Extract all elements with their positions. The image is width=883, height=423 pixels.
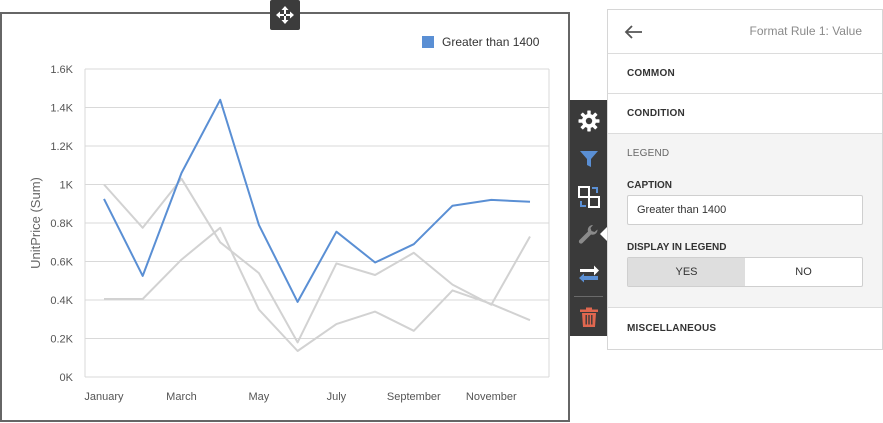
y-tick-label: 0.6K: [50, 257, 73, 269]
chart-card[interactable]: 0K 0.2K 0.4K 0.6K 0.8K 1K 1.2K 1.4K 1.6K January M…: [0, 12, 570, 422]
move-icon: [276, 6, 294, 24]
y-tick-label: 1.6K: [50, 64, 73, 76]
back-button[interactable]: [622, 22, 646, 42]
trash-icon: [579, 307, 598, 327]
section-legend-label[interactable]: LEGEND: [627, 148, 669, 159]
display-in-legend-label: DISPLAY IN LEGEND: [627, 242, 727, 253]
series-line: [104, 226, 531, 352]
y-tick-label: 0.2K: [50, 334, 73, 346]
panel-title: Format Rule 1: Value: [749, 24, 863, 38]
format-rule-panel: Format Rule 1: Value COMMON CONDITION LE…: [607, 9, 883, 350]
toolbar-separator: [574, 296, 603, 297]
filter-icon: [579, 151, 598, 167]
section-condition[interactable]: CONDITION: [608, 94, 882, 134]
toolbar-filter-button[interactable]: [570, 140, 607, 178]
series-line-greater-than-1400: [103, 98, 531, 303]
legend-swatch: [422, 36, 434, 48]
element-toolbar: [570, 100, 607, 336]
x-tick-label: November: [466, 391, 517, 403]
format-rules-icon: [577, 186, 600, 208]
y-tick-label: 1K: [60, 180, 74, 192]
x-tick-label: July: [327, 391, 347, 403]
x-tick-label: September: [387, 391, 441, 403]
section-condition-label: CONDITION: [627, 108, 685, 119]
y-tick-label: 0.4K: [50, 295, 73, 307]
x-tick-label: January: [84, 391, 124, 403]
x-tick-label: March: [166, 391, 197, 403]
section-miscellaneous[interactable]: MISCELLANEOUS: [608, 308, 882, 350]
move-handle[interactable]: [270, 0, 300, 30]
caption-label: CAPTION: [627, 180, 672, 191]
toolbar-interactivity-button[interactable]: [570, 254, 607, 292]
display-in-legend-toggle: YES NO: [627, 257, 863, 287]
y-tick-label: 1.4K: [50, 103, 73, 115]
arrow-left-icon: [624, 25, 642, 39]
section-common-label: COMMON: [627, 68, 675, 79]
swap-icon: [578, 265, 599, 283]
toolbar-settings-button[interactable]: [570, 102, 607, 140]
x-tick-label: May: [249, 391, 270, 403]
line-chart: 0K 0.2K 0.4K 0.6K 0.8K 1K 1.2K 1.4K 1.6K January M…: [28, 35, 550, 403]
caption-input[interactable]: [627, 195, 863, 225]
y-tick-label: 1.2K: [50, 141, 73, 153]
toolbar-format-rules-button[interactable]: [570, 178, 607, 216]
y-tick-label: 0.8K: [50, 218, 73, 230]
toolbar-delete-button[interactable]: [570, 298, 607, 336]
legend-label: Greater than 1400: [442, 35, 540, 49]
wrench-icon: [578, 224, 598, 244]
panel-header: Format Rule 1: Value: [608, 10, 882, 54]
section-common[interactable]: COMMON: [608, 54, 882, 94]
y-tick-label: 0K: [60, 372, 74, 384]
yes-button[interactable]: YES: [628, 258, 745, 286]
section-miscellaneous-label: MISCELLANEOUS: [627, 323, 717, 334]
gear-icon: [578, 110, 599, 132]
no-button[interactable]: NO: [745, 258, 862, 286]
y-axis-title: UnitPrice (Sum): [28, 177, 43, 269]
